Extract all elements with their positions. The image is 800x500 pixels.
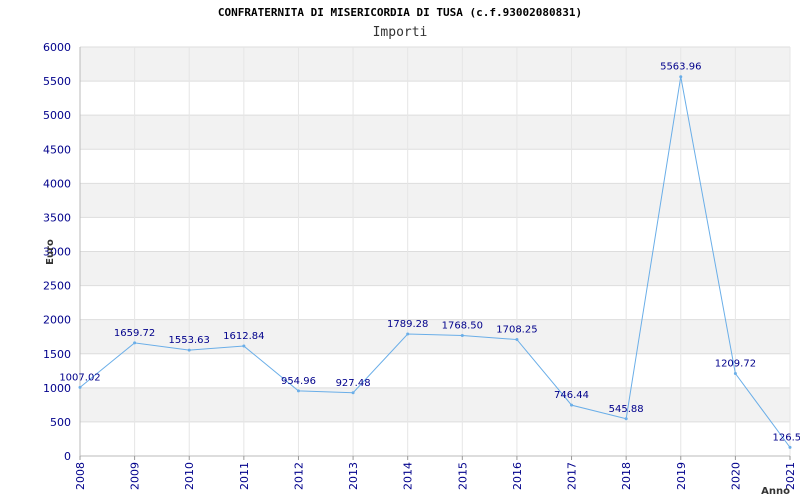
x-axis-ticks: 2008 2009 2010 2011 2012 2013 2014 2015 2016 2017… <box>74 456 797 490</box>
line-chart: 0500100015002000250030003500400045005000… <box>43 41 800 497</box>
x-tick-label: 2012 <box>292 462 305 490</box>
x-tick-label: 2020 <box>729 462 742 490</box>
x-tick-label: 2015 <box>456 462 469 490</box>
x-tick-label: 2008 <box>74 462 87 490</box>
x-tick-label: 2019 <box>675 462 688 490</box>
x-tick-label: 2017 <box>566 462 579 490</box>
data-label: 5563.96 <box>660 62 701 73</box>
y-tick-label: 1000 <box>43 382 71 395</box>
data-point <box>187 348 191 352</box>
data-label: 1553.63 <box>169 335 210 346</box>
data-point <box>406 332 410 336</box>
data-label: 1007.02 <box>59 372 100 383</box>
data-label: 545.88 <box>609 404 644 415</box>
data-label: 954.96 <box>281 376 316 387</box>
x-tick-label: 2018 <box>620 462 633 490</box>
grid-band <box>80 115 790 150</box>
data-label: 746.44 <box>554 390 589 401</box>
y-tick-label: 4500 <box>43 143 71 156</box>
grid-band <box>80 251 790 286</box>
data-point <box>788 445 792 449</box>
data-point <box>133 341 137 345</box>
x-tick-label: 2009 <box>129 462 142 490</box>
data-point <box>733 372 737 376</box>
x-axis-title: Anno <box>761 486 790 497</box>
y-tick-label: 5000 <box>43 109 71 122</box>
data-label: 1789.28 <box>387 319 428 330</box>
data-point <box>515 338 519 342</box>
y-tick-label: 1500 <box>43 348 71 361</box>
data-label: 126.50 <box>773 432 800 443</box>
grid-band <box>80 183 790 218</box>
data-point <box>296 389 300 393</box>
grid-bands <box>80 47 790 422</box>
y-tick-label: 2000 <box>43 314 71 327</box>
x-tick-label: 2010 <box>183 462 196 490</box>
data-label: 1612.84 <box>223 331 264 342</box>
x-tick-label: 2011 <box>238 462 251 490</box>
data-label: 1659.72 <box>114 328 155 339</box>
y-tick-label: 2500 <box>43 280 71 293</box>
y-tick-label: 6000 <box>43 41 71 54</box>
x-tick-label: 2013 <box>347 462 360 490</box>
data-label: 1708.25 <box>496 325 537 336</box>
y-axis-title: Euro <box>45 239 56 265</box>
data-point <box>624 417 628 421</box>
y-tick-label: 5500 <box>43 75 71 88</box>
data-label: 927.48 <box>336 378 371 389</box>
x-tick-label: 2016 <box>511 462 524 490</box>
x-tick-label: 2014 <box>402 462 415 490</box>
data-point <box>78 385 82 389</box>
data-point <box>679 75 683 79</box>
data-point <box>351 391 355 395</box>
data-label: 1209.72 <box>715 359 756 370</box>
data-point <box>460 333 464 337</box>
y-tick-label: 500 <box>50 416 71 429</box>
y-tick-label: 3500 <box>43 211 71 224</box>
grid-band <box>80 387 790 422</box>
data-label: 1768.50 <box>442 320 483 331</box>
y-tick-label: 4000 <box>43 177 71 190</box>
data-point <box>242 344 246 348</box>
y-tick-label: 0 <box>64 450 71 463</box>
data-point <box>570 403 574 407</box>
